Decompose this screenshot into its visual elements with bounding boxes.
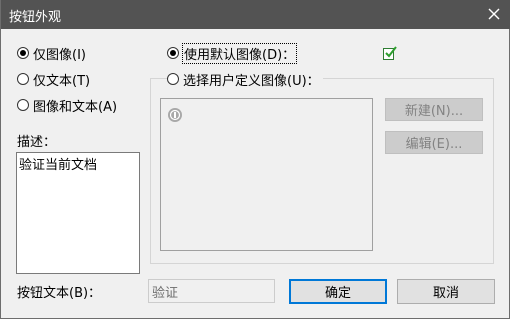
radio-indicator bbox=[17, 47, 29, 59]
title-bar: 按钮外观 bbox=[1, 0, 510, 29]
description-text: 验证当前文档 bbox=[19, 158, 98, 173]
radio-use-default-image[interactable]: 使用默认图像(D)： bbox=[167, 42, 298, 64]
button-text-input[interactable]: 验证 bbox=[148, 279, 275, 303]
radio-image-only-label: 仅图像(I) bbox=[33, 47, 86, 63]
default-image-preview bbox=[382, 45, 398, 61]
close-icon bbox=[488, 8, 500, 20]
window-title: 按钮外观 bbox=[9, 10, 62, 25]
radio-text-only[interactable]: 仅文本(T) bbox=[17, 70, 91, 89]
edit-image-button-label: 编辑(E)... bbox=[405, 137, 463, 152]
close-button[interactable] bbox=[481, 2, 507, 26]
cancel-button-label: 取消 bbox=[432, 286, 459, 301]
new-image-button[interactable]: 新建(N)... bbox=[385, 98, 483, 121]
radio-indicator bbox=[167, 47, 179, 59]
edit-image-button[interactable]: 编辑(E)... bbox=[385, 131, 483, 154]
ok-button[interactable]: 确定 bbox=[289, 279, 387, 304]
button-appearance-dialog: 按钮外观 仅图像(I) 仅文本(T) 图像和文本(A) 描述： 验证当前文档 使… bbox=[0, 0, 510, 319]
description-label: 描述： bbox=[17, 135, 57, 150]
radio-indicator bbox=[17, 99, 29, 111]
button-text-value: 验证 bbox=[152, 285, 179, 301]
check-document-icon bbox=[383, 46, 397, 60]
radio-indicator bbox=[167, 73, 179, 85]
cancel-button[interactable]: 取消 bbox=[397, 279, 495, 304]
radio-use-default-image-label: 使用默认图像(D)： bbox=[181, 42, 298, 64]
user-image-list[interactable] bbox=[160, 98, 373, 251]
description-textbox[interactable]: 验证当前文档 bbox=[16, 152, 140, 274]
ok-button-label: 确定 bbox=[324, 286, 351, 301]
radio-indicator bbox=[17, 73, 29, 85]
radio-user-defined-image-label: 选择用户定义图像(U)： bbox=[183, 73, 320, 89]
radio-user-defined-image[interactable]: 选择用户定义图像(U)： bbox=[167, 70, 323, 89]
radio-image-only[interactable]: 仅图像(I) bbox=[17, 44, 86, 63]
radio-text-only-label: 仅文本(T) bbox=[33, 73, 91, 89]
new-image-button-label: 新建(N)... bbox=[404, 104, 464, 119]
radio-image-and-text-label: 图像和文本(A) bbox=[33, 99, 118, 115]
radio-image-and-text[interactable]: 图像和文本(A) bbox=[17, 96, 118, 115]
user-image-icon bbox=[168, 108, 182, 122]
button-text-label: 按钮文本(B)： bbox=[17, 286, 102, 301]
